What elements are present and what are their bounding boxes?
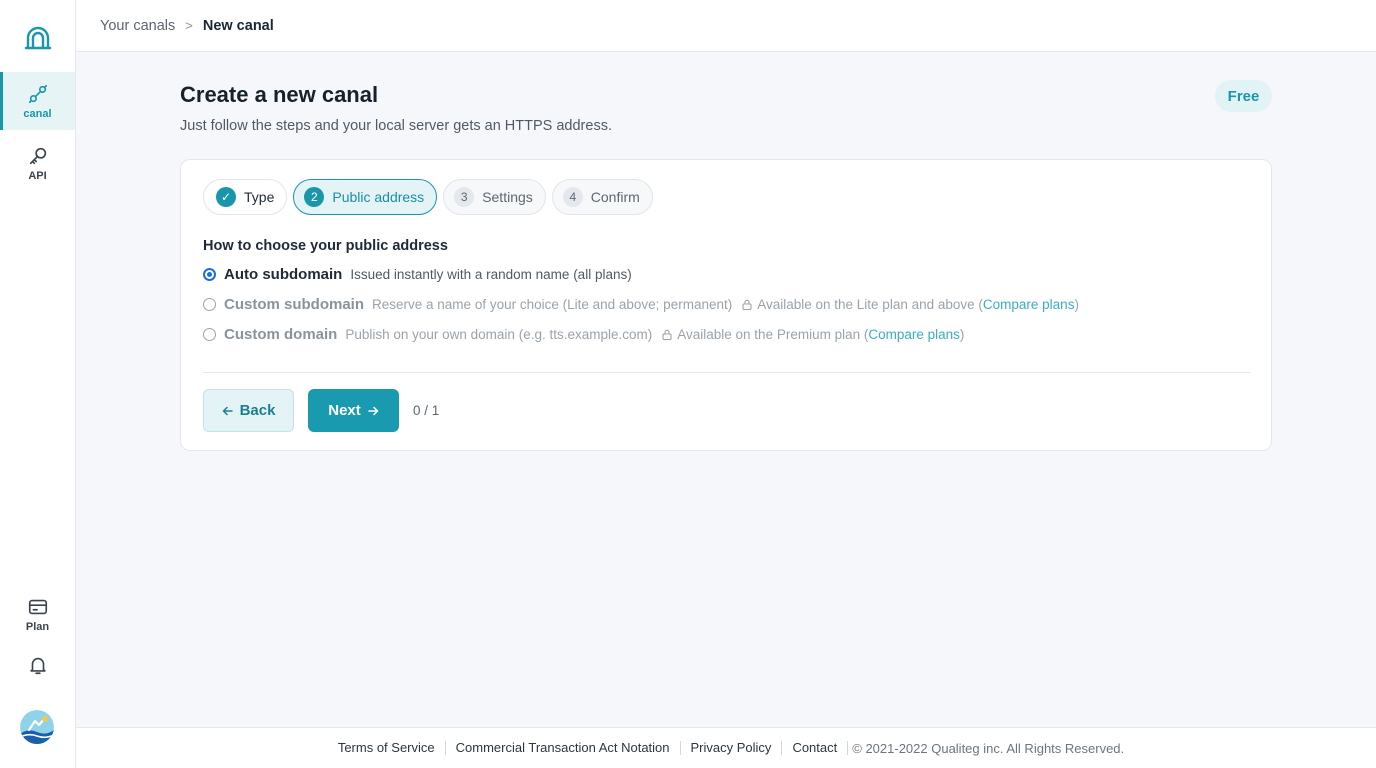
radio-auto-subdomain[interactable] [203, 268, 216, 281]
compare-plans-link[interactable]: Compare plans [868, 327, 960, 342]
option-custom-subdomain[interactable]: Custom subdomain Reserve a name of your … [203, 296, 1079, 313]
option-auto-subdomain[interactable]: Auto subdomain Issued instantly with a r… [203, 266, 632, 283]
sidebar-item-label: canal [23, 107, 52, 120]
step-label: Confirm [590, 189, 640, 205]
back-button-label: Back [239, 402, 276, 419]
sidebar-item-plan[interactable]: Plan [0, 585, 75, 643]
breadcrumb: Your canals > New canal [76, 0, 1376, 52]
back-button[interactable]: Back [203, 389, 294, 432]
key-icon [29, 147, 46, 164]
step-settings[interactable]: 3 Settings [443, 179, 546, 215]
step-public-address[interactable]: 2 Public address [293, 179, 438, 215]
option-description: Publish on your own domain (e.g. tts.exa… [345, 327, 653, 342]
link-icon [28, 84, 47, 103]
plan-badge: Free [1215, 80, 1272, 112]
step-counter: 0 / 1 [413, 403, 440, 418]
sidebar-item-label: API [28, 169, 47, 182]
arrow-left-icon [222, 406, 233, 415]
sidebar-item-canal[interactable]: canal [0, 72, 75, 130]
step-label: Public address [332, 189, 425, 205]
stepper: ✓ Type 2 Public address 3 Settings 4 Con… [203, 179, 653, 215]
step-number: 4 [562, 187, 583, 207]
plan-restriction-note: Available on the Lite plan and above ( [757, 297, 983, 312]
sidebar-item-api[interactable]: API [0, 134, 75, 192]
step-confirm[interactable]: 4 Confirm [551, 179, 653, 215]
sidebar: canal API Plan [0, 0, 76, 768]
chevron-right-icon: > [185, 18, 193, 33]
arrow-right-icon [368, 406, 378, 415]
step-type[interactable]: ✓ Type [203, 179, 288, 215]
lock-icon [742, 299, 752, 310]
option-name: Custom subdomain [224, 296, 365, 313]
breadcrumb-link-canals[interactable]: Your canals [100, 18, 175, 34]
option-name: Auto subdomain [224, 266, 343, 283]
compare-plans-link[interactable]: Compare plans [983, 297, 1075, 312]
next-button-label: Next [328, 402, 361, 419]
card-icon [28, 599, 47, 614]
footer-link-privacy[interactable]: Privacy Policy [681, 741, 783, 755]
canal-logo-icon[interactable] [24, 24, 52, 52]
wizard-card: ✓ Type 2 Public address 3 Settings 4 Con… [180, 159, 1272, 451]
lock-icon [662, 329, 672, 340]
footer-link-terms[interactable]: Terms of Service [328, 741, 446, 755]
sidebar-item-label: Plan [25, 620, 50, 633]
paren-close: ) [1074, 297, 1079, 312]
step-label: Settings [482, 189, 533, 205]
radio-custom-domain[interactable] [203, 328, 216, 341]
divider [203, 372, 1250, 373]
avatar-image-icon [20, 710, 54, 744]
option-name: Custom domain [224, 326, 338, 343]
radio-custom-subdomain[interactable] [203, 298, 216, 311]
paren-close: ) [959, 327, 965, 342]
copyright: © 2021-2022 Qualiteg inc. All Rights Res… [852, 740, 1125, 756]
footer-link-contact[interactable]: Contact [782, 741, 849, 755]
step-label: Type [244, 189, 275, 205]
plan-restriction-note: Available on the Premium plan ( [677, 327, 869, 342]
page-title: Create a new canal [180, 82, 379, 107]
section-label: How to choose your public address [203, 238, 448, 254]
option-description: Reserve a name of your choice (Lite and … [372, 297, 733, 312]
bell-icon [29, 657, 46, 675]
option-description: Issued instantly with a random name (all… [350, 267, 632, 282]
next-button[interactable]: Next [308, 389, 399, 432]
footer: Terms of Service Commercial Transaction … [76, 727, 1376, 768]
step-number: 3 [454, 187, 475, 207]
footer-link-commercial-act[interactable]: Commercial Transaction Act Notation [446, 741, 681, 755]
breadcrumb-current: New canal [202, 17, 274, 34]
step-number: 2 [304, 187, 325, 207]
notifications-button[interactable] [0, 645, 75, 685]
option-custom-domain[interactable]: Custom domain Publish on your own domain… [203, 326, 964, 343]
page-subtitle: Just follow the steps and your local ser… [180, 118, 612, 134]
check-icon: ✓ [216, 187, 236, 207]
avatar[interactable] [20, 710, 54, 744]
